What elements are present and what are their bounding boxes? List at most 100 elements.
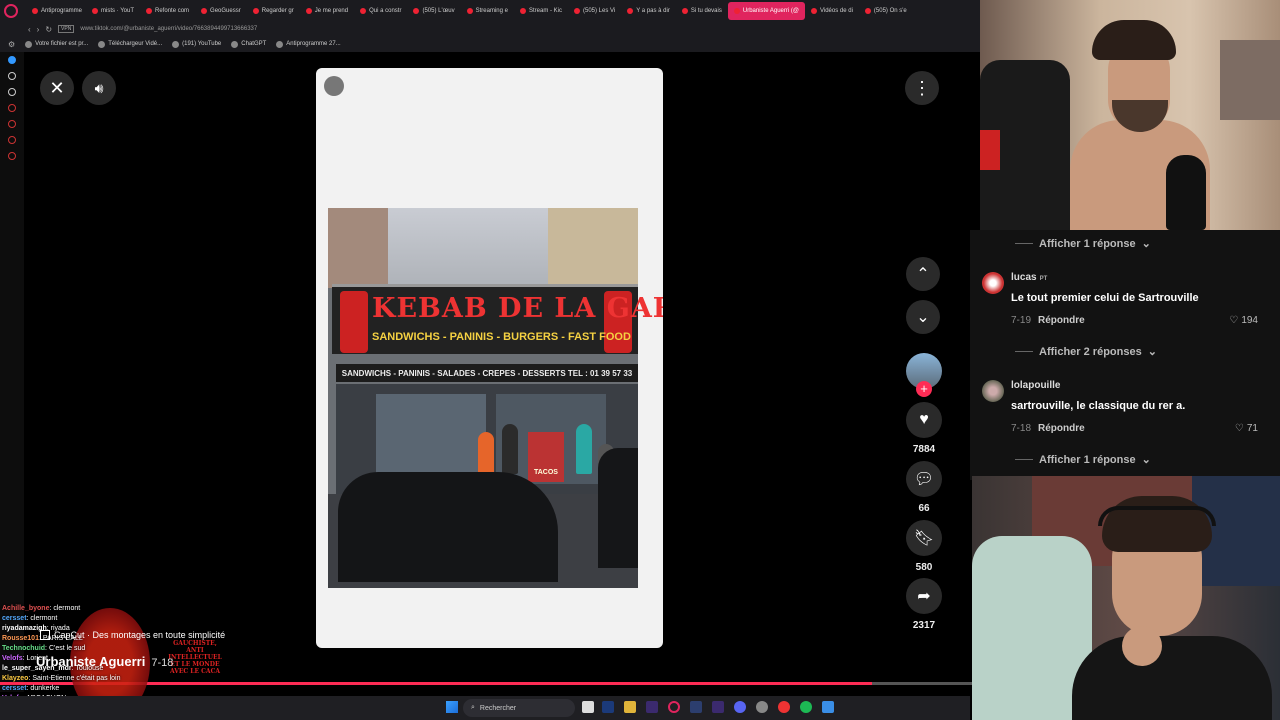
show-replies-toggle[interactable]: Afficher 2 réponses ⌄ — [1015, 345, 1157, 358]
comment-action[interactable]: 💬︎ 66 — [906, 461, 942, 514]
browser-tab[interactable]: Je me prend — [300, 2, 354, 20]
file-explorer-icon[interactable] — [624, 701, 636, 713]
browser-tab[interactable]: mists · YouT — [86, 2, 140, 20]
bookmark-item[interactable]: Votre fichier est pr... — [25, 40, 88, 48]
photoshop-icon[interactable] — [602, 701, 614, 713]
browser-tab[interactable]: Y a pas à dir — [621, 2, 676, 20]
close-button[interactable]: ✕ — [40, 71, 74, 105]
share-icon[interactable]: ➦ — [906, 578, 942, 614]
browser-tab[interactable]: Regarder gr — [247, 2, 300, 20]
chat-username: Velofs — [2, 655, 23, 662]
browser-tab[interactable]: Refonte com — [140, 2, 195, 20]
browser-tab[interactable]: Si tu devais — [676, 2, 728, 20]
browser-tab[interactable]: Vidéos de di — [805, 2, 859, 20]
spotify-icon[interactable] — [800, 701, 812, 713]
capcut-badge[interactable]: CapCut · Des montages en toute simplicit… — [40, 628, 225, 642]
browser-tab[interactable]: (505) Les Vi — [568, 2, 621, 20]
bookmark-label: Antiprogramme 27... — [286, 41, 341, 47]
tab-label: Streaming e — [475, 8, 508, 14]
tab-favicon-icon — [413, 8, 420, 14]
bookmarks-bar: ⚙ Votre fichier est pr... Téléchargeur Vi… — [0, 36, 980, 52]
heart-icon[interactable]: ♥ — [906, 402, 942, 438]
messenger-icon[interactable] — [8, 56, 16, 64]
record-icon[interactable] — [778, 701, 790, 713]
capcut-icon — [40, 630, 50, 640]
tab-favicon-icon — [864, 8, 871, 14]
comment-user[interactable]: lolapouille — [1011, 380, 1060, 391]
tiktok-icon[interactable] — [8, 72, 16, 80]
windows-start-icon[interactable] — [446, 701, 458, 713]
bookmark-item[interactable]: (191) YouTube — [172, 40, 221, 48]
browser-tab[interactable]: GeoGuessr — [195, 2, 247, 20]
kebab-logo-left — [340, 291, 368, 353]
show-replies-toggle[interactable]: Afficher 1 réponse ⌄ — [1015, 237, 1151, 250]
opera-icon[interactable] — [8, 152, 16, 160]
forward-icon[interactable]: › — [37, 25, 40, 34]
chat-username: cersset — [2, 615, 27, 622]
reply-button[interactable]: Répondre — [1038, 423, 1085, 434]
bookmark-item[interactable]: Antiprogramme 27... — [276, 40, 341, 48]
obs-icon[interactable] — [756, 701, 768, 713]
heart-sidebar-icon[interactable] — [8, 104, 16, 112]
reply-button[interactable]: Répondre — [1038, 315, 1085, 326]
bookmark-favicon-icon — [25, 40, 33, 48]
tab-label: Urbaniste Aguerri (@ — [742, 8, 799, 14]
browser-tab[interactable]: Urbaniste Aguerri (@ — [727, 2, 805, 20]
x-icon[interactable] — [8, 88, 16, 96]
browser-tab[interactable]: (505) On s'e — [859, 2, 913, 20]
tab-label: Stream - Kic — [528, 8, 562, 14]
comment-username[interactable]: lolapouille — [1011, 380, 1060, 391]
video-player[interactable]: KEBAB DE LA GARE SANDWICHS - PANINIS - B… — [316, 68, 663, 648]
reload-icon[interactable]: ↻ — [45, 25, 52, 34]
like-action[interactable]: ♥ 7884 — [906, 402, 942, 455]
author-name[interactable]: Urbaniste Aguerri — [36, 654, 145, 669]
url-text[interactable]: www.tiktok.com/@urbaniste_aguerri/video/… — [80, 26, 257, 32]
comment-avatar[interactable] — [982, 380, 1004, 402]
share-action[interactable]: ➦ 2317 — [906, 578, 942, 631]
browser-tab[interactable]: Antiprogramme — [26, 2, 86, 20]
bookmark-item[interactable]: Téléchargeur Vidé... — [98, 40, 162, 48]
sign-title: KEBAB DE LA GARE — [372, 293, 663, 324]
comment-icon[interactable]: 💬︎ — [906, 461, 942, 497]
vpn-badge[interactable]: VPN — [58, 25, 75, 33]
bookmark-item[interactable]: ChatGPT — [231, 40, 266, 48]
browser-tab[interactable]: Streaming e — [461, 2, 514, 20]
comment-like-button[interactable]: ♡ 71 — [1235, 423, 1258, 434]
back-icon[interactable]: ‹ — [28, 25, 31, 34]
premiere-icon[interactable] — [646, 701, 658, 713]
app-icon-pr[interactable] — [690, 701, 702, 713]
volume-button[interactable]: 🔊︎ — [82, 71, 116, 105]
heart-outline-icon: ♡ — [1229, 315, 1239, 326]
car — [338, 472, 558, 582]
show-replies-toggle[interactable]: Afficher 1 réponse ⌄ — [1015, 453, 1151, 466]
bookmark-icon[interactable]: 🔖︎ — [906, 520, 942, 556]
more-button[interactable]: ⋮ — [905, 71, 939, 105]
comment-avatar[interactable] — [982, 272, 1004, 294]
comment-user[interactable]: lucas PT — [1011, 272, 1047, 283]
settings-icon[interactable]: ⚙ — [8, 40, 15, 49]
discord-icon[interactable] — [734, 701, 746, 713]
chevron-down-icon: ⌄ — [1141, 238, 1151, 250]
address-bar[interactable]: ‹ › ↻ VPN www.tiktok.com/@urbaniste_ague… — [0, 22, 980, 36]
share-count: 2317 — [912, 620, 936, 631]
opera-taskbar-icon[interactable] — [668, 701, 680, 713]
browser-tab[interactable]: (505) L'œuv — [407, 2, 460, 20]
app-icon-blue[interactable] — [822, 701, 834, 713]
tab-label: Je me prend — [314, 8, 349, 14]
task-view-icon[interactable] — [582, 701, 594, 713]
taskbar-search[interactable]: ⌕ Rechercher — [463, 699, 575, 717]
premiere-2-icon[interactable] — [712, 701, 724, 713]
browser-tab[interactable]: Qui a constr — [354, 2, 407, 20]
history-icon[interactable] — [8, 120, 16, 128]
comment-like-button[interactable]: ♡ 194 — [1229, 315, 1258, 326]
bookmark-action[interactable]: 🔖︎ 580 — [906, 520, 942, 573]
browser-tab[interactable]: Stream - Kic — [514, 2, 568, 20]
follow-button[interactable]: + — [916, 381, 932, 397]
download-icon[interactable] — [8, 136, 16, 144]
comment-username[interactable]: lucas — [1011, 272, 1037, 283]
show-replies-label: Afficher 2 réponses — [1039, 345, 1142, 358]
shop-sign: KEBAB DE LA GARE SANDWICHS - PANINIS - B… — [332, 284, 663, 354]
previous-video-button[interactable]: ⌃ — [906, 257, 940, 291]
browser-logo-icon[interactable] — [4, 4, 18, 18]
next-video-button[interactable]: ⌄ — [906, 300, 940, 334]
